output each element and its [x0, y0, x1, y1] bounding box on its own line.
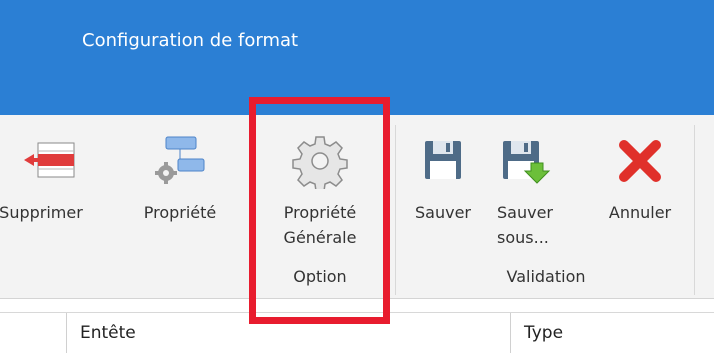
cancel-icon: [619, 140, 661, 182]
propriete-label: Propriété: [143, 203, 217, 222]
save-as-icon: [503, 141, 551, 184]
annuler-label: Annuler: [608, 203, 672, 222]
window-title: Configuration de format: [82, 30, 299, 51]
save-icon: [425, 141, 461, 179]
propriete-button[interactable]: Propriété: [125, 115, 235, 260]
group-separator: [694, 125, 695, 295]
sauver-sous-button[interactable]: Sauver sous...: [488, 115, 558, 260]
supprimer-button[interactable]: Supprimer: [0, 115, 112, 260]
property-icon: [155, 136, 205, 184]
column-header-type[interactable]: Type: [510, 313, 714, 353]
delete-row-icon: [24, 142, 75, 178]
supprimer-label: Supprimer: [0, 203, 83, 222]
sauver-label: Sauver: [415, 203, 471, 222]
group-separator: [395, 125, 396, 295]
sauver-button[interactable]: Sauver: [402, 115, 484, 260]
highlight-box: [249, 97, 390, 324]
annuler-button[interactable]: Annuler: [592, 115, 688, 260]
validation-group-label: Validation: [506, 267, 586, 286]
sauver-sous-label: Sauver sous...: [497, 203, 553, 247]
